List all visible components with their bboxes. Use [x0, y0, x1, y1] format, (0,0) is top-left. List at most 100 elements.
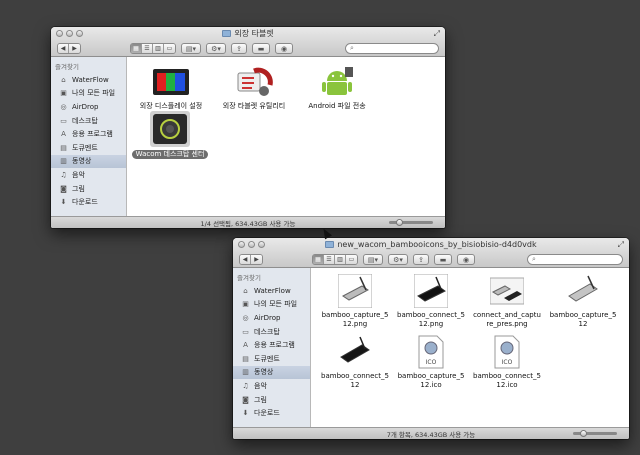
all-files-icon: ▣: [242, 300, 249, 309]
eye-icon: ◉: [462, 255, 470, 264]
sidebar-item-movies[interactable]: ▥ 동영상: [51, 154, 126, 169]
file-label: bamboo_connect_5 12.ico: [473, 372, 541, 389]
music-icon: ♫: [242, 381, 249, 390]
slider-knob[interactable]: [396, 219, 404, 226]
list-view-icon[interactable]: ☰: [142, 44, 153, 53]
sidebar-item-pictures[interactable]: ◙ 그림: [51, 182, 126, 196]
gear-icon: ⚙▾: [393, 255, 403, 264]
status-bar: 1/4 선택됨, 634.43GB 사용 가능: [51, 216, 445, 228]
black-tablet-thumbnail-icon: [414, 274, 448, 308]
slider-knob[interactable]: [580, 430, 588, 437]
icon-view-icon[interactable]: ▦: [313, 255, 324, 264]
file-bamboo-connect[interactable]: bamboo_connect_5 12: [317, 335, 393, 390]
share-icon: ⇪: [418, 255, 424, 264]
sidebar-item-documents[interactable]: ▤ 도큐멘트: [233, 352, 310, 366]
search-input[interactable]: ⌕: [345, 43, 439, 54]
sidebar-item-all-files[interactable]: ▣ 나의 모든 파일: [51, 87, 126, 101]
nav-buttons: ◀ ▶: [57, 43, 81, 54]
downloads-icon: ⬇: [242, 409, 249, 418]
title-bar[interactable]: 외장 타블렛 ⤢ ◀ ▶ ▦ ☰ ▥ ▭ ▤▾ ⚙▾ ⇪ ▬ ◉ ⌕: [51, 27, 445, 57]
zoom-button[interactable]: [76, 30, 83, 37]
file-label: bamboo_capture_5 12: [549, 311, 617, 328]
file-label: connect_and_captu re_pres.png: [473, 311, 541, 328]
sidebar-item-label: 음악: [72, 170, 85, 179]
list-view-icon[interactable]: ☰: [324, 255, 335, 264]
sidebar-header: 즐겨찾기: [55, 63, 79, 71]
sidebar-item-documents[interactable]: ▤ 도큐멘트: [51, 141, 126, 155]
file-bamboo-connect-ico[interactable]: ICO bamboo_connect_5 12.ico: [469, 335, 545, 390]
forward-arrow-icon[interactable]: ▶: [69, 44, 80, 53]
title-bar[interactable]: new_wacom_bambooicons_by_bisiobisio-d4d0…: [233, 238, 629, 268]
arrange-button[interactable]: ▤▾: [363, 254, 383, 265]
icon-size-slider[interactable]: [389, 219, 433, 226]
sidebar-item-music[interactable]: ♫ 음악: [51, 168, 126, 182]
tag-button[interactable]: ▬: [434, 254, 452, 265]
sidebar-item-downloads[interactable]: ⬇ 다운로드: [51, 195, 126, 209]
sidebar-item-desktop[interactable]: ▭ 데스크탑: [51, 114, 126, 128]
file-bamboo-connect-png[interactable]: bamboo_connect_5 12.png: [393, 274, 469, 329]
arrange-icon: ▤▾: [367, 255, 379, 264]
quicklook-button[interactable]: ◉: [457, 254, 475, 265]
sidebar-item-pictures[interactable]: ◙ 그림: [233, 393, 310, 407]
coverflow-view-icon[interactable]: ▭: [164, 44, 175, 53]
sidebar-item-downloads[interactable]: ⬇ 다운로드: [233, 406, 310, 420]
sidebar-item-airdrop[interactable]: ◎ AirDrop: [51, 100, 126, 114]
share-button[interactable]: ⇪: [231, 43, 247, 54]
close-button[interactable]: [238, 241, 245, 248]
minimize-button[interactable]: [66, 30, 73, 37]
action-button[interactable]: ⚙▾: [206, 43, 226, 54]
back-arrow-icon[interactable]: ◀: [58, 44, 69, 53]
two-tablets-thumbnail-icon: [490, 277, 524, 305]
file-android-transfer[interactable]: Android 파일 전송: [297, 65, 377, 111]
view-mode-segment: ▦ ☰ ▥ ▭: [130, 43, 176, 54]
back-arrow-icon[interactable]: ◀: [240, 255, 251, 264]
sidebar-item-applications[interactable]: A 응용 프로그램: [51, 127, 126, 141]
search-input[interactable]: ⌕: [527, 254, 623, 265]
fullscreen-icon[interactable]: ⤢: [618, 240, 624, 250]
sidebar-item-movies[interactable]: ▥ 동영상: [233, 365, 310, 380]
sidebar-item-label: 도큐멘트: [254, 354, 280, 363]
forward-arrow-icon[interactable]: ▶: [251, 255, 262, 264]
sidebar-item-label: AirDrop: [72, 102, 99, 111]
file-tablet-utility[interactable]: 외장 타블렛 유틸리티: [211, 65, 297, 111]
column-view-icon[interactable]: ▥: [153, 44, 164, 53]
sidebar-item-music[interactable]: ♫ 음악: [233, 379, 310, 393]
sidebar-item-waterflow[interactable]: ⌂ WaterFlow: [51, 73, 126, 87]
file-wacom-center[interactable]: Wacom 데스크탑 센터: [131, 111, 209, 159]
quicklook-button[interactable]: ◉: [275, 43, 293, 54]
sidebar-item-applications[interactable]: A 응용 프로그램: [233, 338, 310, 352]
status-text: 1/4 선택됨, 634.43GB 사용 가능: [200, 219, 296, 228]
share-button[interactable]: ⇪: [413, 254, 429, 265]
sidebar-item-airdrop[interactable]: ◎ AirDrop: [233, 311, 310, 325]
icon-size-slider[interactable]: [573, 430, 617, 437]
sidebar-item-label: AirDrop: [254, 313, 281, 322]
finder-window-external-tablet[interactable]: 외장 타블렛 ⤢ ◀ ▶ ▦ ☰ ▥ ▭ ▤▾ ⚙▾ ⇪ ▬ ◉ ⌕ 즐겨찾기 …: [51, 27, 445, 228]
coverflow-view-icon[interactable]: ▭: [346, 255, 357, 264]
action-button[interactable]: ⚙▾: [388, 254, 408, 265]
fullscreen-icon[interactable]: ⤢: [434, 29, 440, 39]
file-bamboo-capture-ico[interactable]: ICO bamboo_capture_5 12.ico: [393, 335, 469, 390]
finder-window-bamboo-icons[interactable]: new_wacom_bambooicons_by_bisiobisio-d4d0…: [233, 238, 629, 439]
zoom-button[interactable]: [258, 241, 265, 248]
file-label: bamboo_capture_5 12.png: [321, 311, 389, 328]
file-display-settings[interactable]: 외장 디스플레이 설정: [131, 65, 211, 111]
sidebar-item-label: 나의 모든 파일: [254, 300, 298, 309]
file-bamboo-capture-png[interactable]: bamboo_capture_5 12.png: [317, 274, 393, 329]
sidebar-item-all-files[interactable]: ▣ 나의 모든 파일: [233, 298, 310, 312]
window-title: new_wacom_bambooicons_by_bisiobisio-d4d0…: [337, 240, 537, 249]
file-bamboo-capture[interactable]: bamboo_capture_5 12: [545, 274, 621, 329]
sidebar-item-waterflow[interactable]: ⌂ WaterFlow: [233, 284, 310, 298]
tag-button[interactable]: ▬: [252, 43, 270, 54]
arrange-button[interactable]: ▤▾: [181, 43, 201, 54]
close-button[interactable]: [56, 30, 63, 37]
file-connect-and-capture-png[interactable]: connect_and_captu re_pres.png: [469, 274, 545, 329]
view-mode-segment: ▦ ☰ ▥ ▭: [312, 254, 358, 265]
applications-icon: A: [61, 130, 66, 139]
pictures-icon: ◙: [242, 395, 249, 404]
icon-view-icon[interactable]: ▦: [131, 44, 142, 53]
column-view-icon[interactable]: ▥: [335, 255, 346, 264]
gear-icon: ⚙▾: [211, 44, 221, 53]
minimize-button[interactable]: [248, 241, 255, 248]
sidebar-item-desktop[interactable]: ▭ 데스크탑: [233, 325, 310, 339]
sidebar-item-label: 도큐멘트: [72, 143, 98, 152]
